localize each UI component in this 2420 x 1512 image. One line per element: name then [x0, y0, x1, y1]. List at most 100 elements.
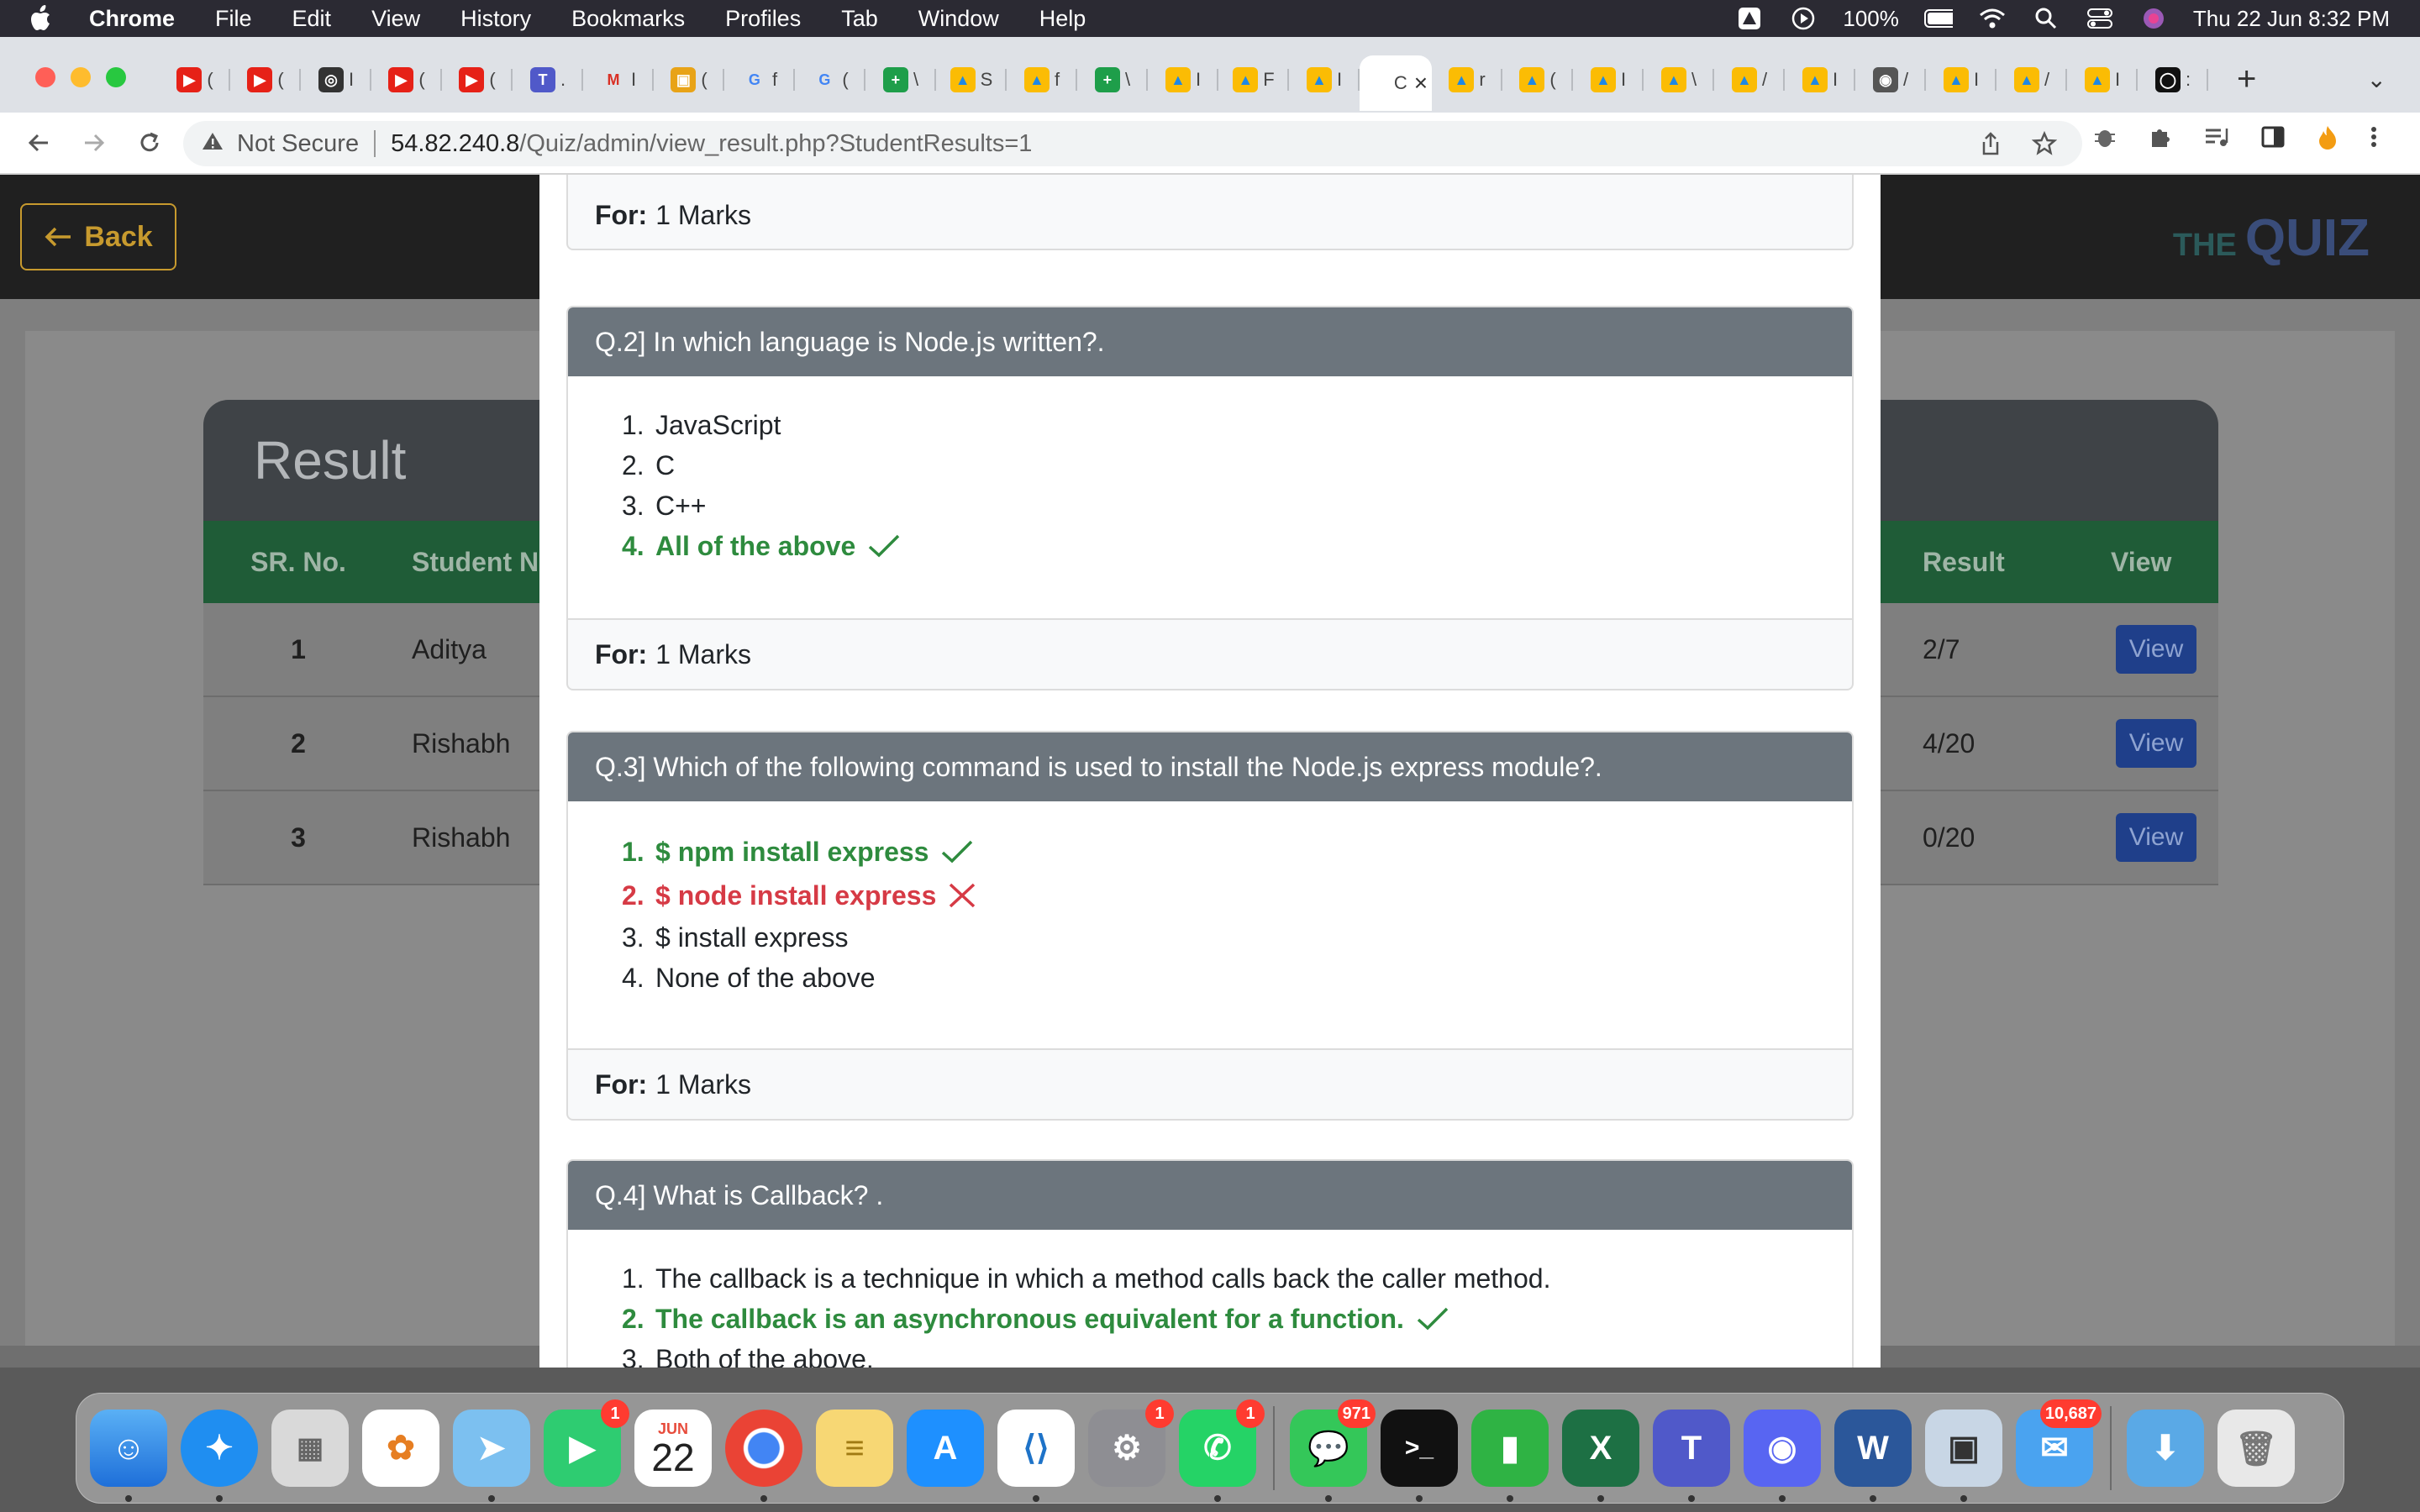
browser-tab[interactable]: ◉ / [1855, 55, 1926, 104]
facetime-icon[interactable]: ▶ 1 [544, 1399, 629, 1487]
apple-icon[interactable] [30, 5, 55, 32]
browser-tab[interactable]: ▲ S [936, 55, 1007, 104]
result-detail-modal[interactable]: For: 1 Marks Q.2] In which language is N… [539, 175, 1881, 1368]
zoom-window-button[interactable] [106, 67, 126, 87]
app-store-icon[interactable]: A [907, 1410, 984, 1487]
address-bar[interactable]: Not Secure 54.82.240.8/Quiz/admin/view_r… [183, 121, 2082, 166]
menu-edit[interactable]: Edit [292, 6, 332, 32]
browser-tab[interactable]: ▲ I [1926, 55, 1996, 104]
kebab-menu-icon[interactable] [2370, 124, 2378, 158]
new-tab-button[interactable]: + [2237, 60, 2256, 98]
back-button[interactable]: Back [20, 203, 176, 270]
word-icon[interactable]: W [1834, 1410, 1912, 1502]
menu-app-name[interactable]: Chrome [89, 6, 175, 32]
siri-icon[interactable] [2139, 6, 2168, 31]
drive-icon[interactable] [1735, 6, 1764, 31]
browser-tab[interactable]: + \ [1077, 55, 1148, 104]
browser-tab[interactable]: ▲ r [1432, 55, 1502, 104]
menu-file[interactable]: File [215, 6, 252, 32]
row-result: 4/20 [1923, 727, 1975, 759]
browser-tab[interactable]: ▶( [160, 55, 230, 104]
control-center-icon[interactable] [2086, 6, 2114, 31]
messages-icon[interactable]: 💬 971 [1290, 1399, 1376, 1502]
menu-tab[interactable]: Tab [841, 6, 878, 32]
checkmark-icon [1416, 1306, 1449, 1331]
browser-tab[interactable]: MI [583, 55, 654, 104]
side-panel-icon[interactable] [2260, 124, 2286, 158]
notes-icon[interactable]: ≡ [816, 1410, 893, 1487]
terminal-icon[interactable]: >_ [1381, 1410, 1458, 1502]
browser-tab[interactable]: ▶( [371, 55, 442, 104]
menu-history[interactable]: History [460, 6, 531, 32]
close-tab-icon[interactable]: × [1414, 70, 1428, 97]
menu-help[interactable]: Help [1039, 6, 1086, 32]
back-arrow-icon[interactable] [22, 126, 55, 160]
security-label[interactable]: Not Secure [237, 130, 359, 158]
share-icon[interactable] [1980, 131, 2002, 163]
maps-icon[interactable]: ➤ [453, 1410, 530, 1502]
downloads-folder-icon[interactable]: ⬇ [2127, 1410, 2204, 1487]
browser-tab[interactable]: ▲ F [1218, 55, 1289, 104]
preview-icon[interactable]: ▣ [1925, 1410, 2002, 1502]
excel-icon[interactable]: X [1562, 1410, 1639, 1502]
minimize-window-button[interactable] [71, 67, 91, 87]
wifi-icon[interactable] [1978, 6, 2007, 31]
battery-icon[interactable] [1923, 6, 1953, 31]
browser-tab[interactable]: ▲ I [1573, 55, 1644, 104]
trash-icon[interactable]: 🗑 [2217, 1410, 2295, 1487]
browser-tab[interactable]: ▲ f [1007, 55, 1077, 104]
view-result-button[interactable]: View [2116, 813, 2196, 862]
close-window-button[interactable] [35, 67, 55, 87]
browser-tab[interactable]: T. [513, 55, 583, 104]
play-icon[interactable] [1789, 6, 1818, 31]
browser-tab[interactable]: ▲ / [1996, 55, 2067, 104]
view-result-button[interactable]: View [2116, 625, 2196, 674]
safari-icon[interactable]: ✦ [181, 1410, 258, 1502]
bookmark-star-icon[interactable] [2031, 130, 2058, 163]
bug-extension-icon[interactable] [2092, 124, 2118, 158]
menu-view[interactable]: View [371, 6, 420, 32]
browser-tab[interactable]: ▲ I [1148, 55, 1218, 104]
browser-tab[interactable]: ▶( [230, 55, 301, 104]
browser-tab[interactable]: ◎ I [301, 55, 371, 104]
browser-tab[interactable]: ▣( [654, 55, 724, 104]
mail-icon[interactable]: ✉ 10,687 [2016, 1399, 2102, 1487]
browser-tab[interactable]: ▲ / [1714, 55, 1785, 104]
chrome-icon[interactable] [725, 1410, 802, 1502]
browser-tab[interactable]: ▲ I [1289, 55, 1360, 104]
browser-tab[interactable]: ▲ I [2067, 55, 2138, 104]
omnibox-actions [1980, 130, 2058, 163]
browser-tab[interactable]: ◯: [2138, 55, 2208, 104]
launchpad-icon[interactable]: ▦ [271, 1410, 349, 1487]
finder-icon[interactable]: ☺ [90, 1410, 167, 1502]
system-settings-icon[interactable]: ⚙ 1 [1088, 1399, 1174, 1487]
menu-window[interactable]: Window [918, 6, 999, 32]
reload-icon[interactable] [133, 126, 166, 160]
calendar-icon[interactable]: JUN 22 [634, 1410, 712, 1487]
spotlight-search-icon[interactable] [2032, 6, 2060, 31]
view-result-button[interactable]: View [2116, 719, 2196, 768]
teams-icon[interactable]: T [1653, 1410, 1730, 1502]
tab-search-chevron-icon[interactable]: ⌄ [2367, 66, 2386, 93]
menubar-clock[interactable]: Thu 22 Jun 8:32 PM [2193, 6, 2390, 32]
browser-tab-active[interactable]: C × [1360, 55, 1432, 111]
browser-tab[interactable]: ▲ I [1785, 55, 1855, 104]
flame-extension-icon[interactable] [2316, 124, 2339, 158]
browser-tab[interactable]: + \ [865, 55, 936, 104]
menu-bookmarks[interactable]: Bookmarks [571, 6, 685, 32]
puzzle-extensions-icon[interactable] [2148, 124, 2173, 158]
whatsapp-icon[interactable]: ✆ 1 [1179, 1399, 1265, 1502]
browser-tab[interactable]: Gf [724, 55, 795, 104]
warning-triangle-icon[interactable] [202, 131, 224, 157]
browser-tab[interactable]: ▲ \ [1644, 55, 1714, 104]
forward-arrow-icon[interactable] [77, 126, 111, 160]
vscode-icon[interactable]: ⟨⟩ [997, 1410, 1075, 1502]
numbers-icon[interactable]: ▮ [1471, 1410, 1549, 1502]
discord-icon[interactable]: ◉ [1744, 1410, 1821, 1502]
browser-tab[interactable]: ▶( [442, 55, 513, 104]
menu-profiles[interactable]: Profiles [725, 6, 801, 32]
browser-tab[interactable]: ▲( [1502, 55, 1573, 104]
photos-icon[interactable]: ✿ [362, 1410, 439, 1487]
media-playlist-icon[interactable] [2203, 124, 2230, 158]
browser-tab[interactable]: G( [795, 55, 865, 104]
